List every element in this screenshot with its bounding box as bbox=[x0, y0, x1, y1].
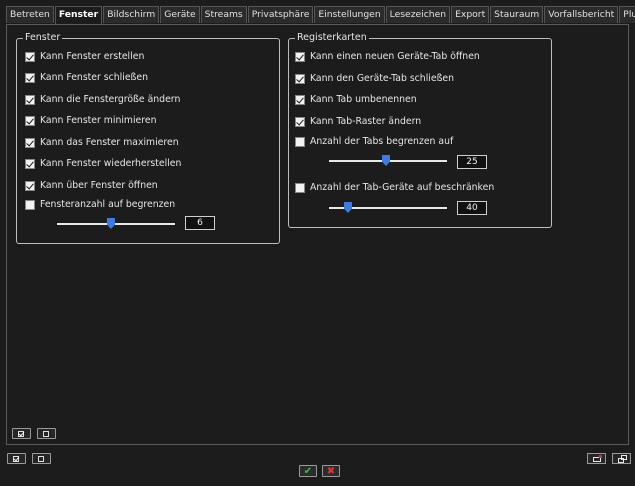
global-select-none-button[interactable] bbox=[32, 453, 51, 464]
option-open-over-window[interactable]: Kann über Fenster öffnen bbox=[25, 179, 158, 192]
option-close-window[interactable]: Kann Fenster schließen bbox=[25, 71, 148, 84]
option-minimize-window[interactable]: Kann Fenster minimieren bbox=[25, 114, 157, 127]
option-maximize-window[interactable]: Kann das Fenster maximieren bbox=[25, 136, 179, 149]
checkmark-icon: ✔ bbox=[303, 465, 313, 477]
slider-thumb[interactable] bbox=[344, 202, 352, 213]
option-change-tab-grid[interactable]: Kann Tab-Raster ändern bbox=[295, 115, 421, 128]
close-icon: ✖ bbox=[326, 465, 336, 477]
option-label: Kann die Fenstergröße ändern bbox=[40, 94, 181, 105]
checked-box-icon bbox=[13, 456, 19, 462]
checkbox[interactable] bbox=[25, 158, 35, 169]
tab-bildschirm[interactable]: Bildschirm bbox=[103, 6, 160, 23]
tab-streams[interactable]: Streams bbox=[200, 6, 247, 23]
slider-thumb[interactable] bbox=[382, 155, 390, 166]
fenster-group: Fenster Kann Fenster erstellen Kann Fens… bbox=[16, 32, 280, 244]
slider-thumb[interactable] bbox=[107, 218, 115, 229]
red-dot-icon bbox=[599, 455, 602, 458]
ok-button[interactable]: ✔ bbox=[299, 465, 317, 477]
option-label: Kann Fenster minimieren bbox=[40, 115, 157, 126]
registerkarten-group-title: Registerkarten bbox=[295, 32, 369, 44]
option-label: Anzahl der Tabs begrenzen auf bbox=[310, 136, 454, 147]
option-create-window[interactable]: Kann Fenster erstellen bbox=[25, 50, 144, 63]
select-all-button[interactable] bbox=[12, 428, 31, 439]
window-restore-button[interactable] bbox=[612, 453, 631, 464]
checkbox[interactable] bbox=[295, 51, 305, 62]
option-label: Anzahl der Tab-Geräte auf beschränken bbox=[310, 182, 495, 193]
checkbox[interactable] bbox=[25, 199, 35, 210]
checkbox[interactable] bbox=[25, 94, 35, 105]
slider-track bbox=[57, 223, 175, 225]
checkbox[interactable] bbox=[295, 116, 305, 127]
option-resize-window[interactable]: Kann die Fenstergröße ändern bbox=[25, 93, 180, 106]
option-close-device-tab[interactable]: Kann den Geräte-Tab schließen bbox=[295, 72, 454, 85]
cancel-button[interactable]: ✖ bbox=[322, 465, 340, 477]
option-label: Kann Tab umbenennen bbox=[310, 94, 417, 105]
registerkarten-group: Registerkarten Kann einen neuen Geräte-T… bbox=[288, 32, 552, 228]
option-limit-tab-devices[interactable]: Anzahl der Tab-Geräte auf beschränken bbox=[295, 181, 494, 194]
tab-content-pane: Fenster Kann Fenster erstellen Kann Fens… bbox=[6, 24, 629, 445]
tab-stauraum[interactable]: Stauraum bbox=[490, 6, 544, 23]
tabs-limit-slider[interactable] bbox=[329, 155, 447, 167]
tab-geraete[interactable]: Geräte bbox=[160, 6, 200, 23]
tab-devices-limit-value[interactable]: 40 bbox=[457, 201, 487, 215]
window-limit-slider[interactable] bbox=[57, 218, 175, 230]
option-label: Kann über Fenster öffnen bbox=[40, 180, 158, 191]
window-limit-value[interactable]: 6 bbox=[185, 216, 215, 230]
checkbox[interactable] bbox=[25, 51, 35, 62]
restore-window-back-icon bbox=[621, 455, 627, 460]
option-label: Fensteranzahl auf begrenzen bbox=[40, 199, 176, 210]
option-label: Kann Fenster wiederherstellen bbox=[40, 158, 182, 169]
select-none-button[interactable] bbox=[37, 428, 56, 439]
option-restore-window[interactable]: Kann Fenster wiederherstellen bbox=[25, 157, 181, 170]
global-select-all-button[interactable] bbox=[7, 453, 26, 464]
tab-lesezeichen[interactable]: Lesezeichen bbox=[385, 6, 451, 23]
checkbox[interactable] bbox=[25, 72, 35, 83]
tab-einstellungen[interactable]: Einstellungen bbox=[314, 6, 385, 23]
option-label: Kann das Fenster maximieren bbox=[40, 137, 179, 148]
checkbox[interactable] bbox=[25, 115, 35, 126]
tab-export[interactable]: Export bbox=[451, 6, 490, 23]
checkbox[interactable] bbox=[295, 73, 305, 84]
empty-box-icon bbox=[43, 431, 49, 437]
tab-betreten[interactable]: Betreten bbox=[6, 6, 54, 23]
checkbox[interactable] bbox=[295, 94, 305, 105]
checkbox[interactable] bbox=[25, 180, 35, 191]
checkbox[interactable] bbox=[295, 136, 305, 147]
window-layout-button[interactable] bbox=[587, 453, 606, 464]
tab-vorfallsbericht[interactable]: Vorfallsbericht bbox=[544, 6, 619, 23]
checkbox[interactable] bbox=[295, 182, 305, 193]
tab-plugins[interactable]: Plugins bbox=[619, 6, 635, 23]
option-limit-windows[interactable]: Fensteranzahl auf begrenzen bbox=[25, 198, 175, 211]
checked-box-icon bbox=[18, 431, 24, 437]
checkbox[interactable] bbox=[25, 137, 35, 148]
option-label: Kann Tab-Raster ändern bbox=[310, 116, 422, 127]
option-limit-tabs[interactable]: Anzahl der Tabs begrenzen auf bbox=[295, 135, 453, 148]
option-rename-tab[interactable]: Kann Tab umbenennen bbox=[295, 93, 417, 106]
option-label: Kann Fenster erstellen bbox=[40, 51, 145, 62]
option-label: Kann einen neuen Geräte-Tab öffnen bbox=[310, 51, 480, 62]
option-label: Kann den Geräte-Tab schließen bbox=[310, 73, 455, 84]
tab-bar: Betreten Fenster Bildschirm Geräte Strea… bbox=[6, 6, 635, 24]
option-open-device-tab[interactable]: Kann einen neuen Geräte-Tab öffnen bbox=[295, 50, 480, 63]
tabs-limit-value[interactable]: 25 bbox=[457, 155, 487, 169]
tab-devices-limit-slider[interactable] bbox=[329, 202, 447, 214]
tab-privatsphaere[interactable]: Privatsphäre bbox=[247, 6, 314, 23]
empty-box-icon bbox=[38, 456, 44, 462]
option-label: Kann Fenster schließen bbox=[40, 72, 149, 83]
fenster-group-title: Fenster bbox=[23, 32, 63, 44]
tab-fenster[interactable]: Fenster bbox=[54, 6, 103, 24]
